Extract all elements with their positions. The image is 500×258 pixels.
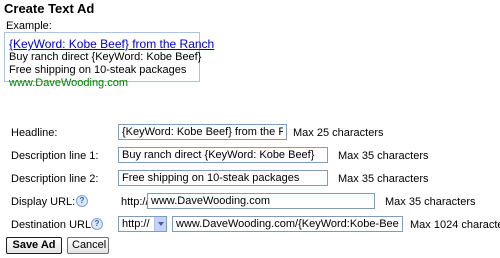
save-ad-button[interactable]: Save Ad — [6, 237, 62, 254]
example-ad-preview: {KeyWord: Kobe Beef} from the Ranch Buy … — [4, 32, 214, 89]
description-2-hint: Max 35 characters — [338, 173, 429, 185]
description-2-input[interactable] — [118, 170, 328, 186]
cancel-button[interactable]: Cancel — [67, 237, 109, 254]
protocol-select-value: http:// — [122, 218, 150, 230]
display-url-label: Display URL: — [11, 196, 76, 208]
display-url-input[interactable] — [147, 193, 375, 209]
headline-label: Headline: — [11, 127, 58, 139]
question-mark-circle-icon[interactable]: ? — [76, 195, 88, 207]
destination-url-hint: Max 1024 characters — [410, 219, 500, 231]
example-ad-description-2: Free shipping on 10-steak packages — [9, 64, 187, 76]
headline-input[interactable] — [118, 124, 287, 140]
description-1-hint: Max 35 characters — [338, 150, 429, 162]
example-ad-headline[interactable]: {KeyWord: Kobe Beef} from the Ranch — [9, 37, 214, 51]
page-title: Create Text Ad — [4, 1, 95, 16]
description-1-input[interactable] — [118, 147, 328, 163]
question-mark-circle-icon[interactable]: ? — [91, 218, 103, 230]
example-ad-display-url: www.DaveWooding.com — [9, 77, 129, 89]
chevron-down-icon[interactable] — [154, 217, 166, 231]
description-1-label: Description line 1: — [11, 150, 99, 162]
protocol-select[interactable]: http:// — [118, 216, 167, 232]
destination-url-input[interactable] — [172, 216, 403, 232]
example-label: Example: — [6, 20, 52, 32]
description-2-label: Description line 2: — [11, 173, 99, 185]
display-url-hint: Max 35 characters — [385, 196, 476, 208]
example-ad-description-1: Buy ranch direct {KeyWord: Kobe Beef} — [9, 51, 202, 63]
display-url-prefix: http:// — [121, 196, 149, 208]
destination-url-label: Destination URL: — [11, 219, 95, 231]
headline-hint: Max 25 characters — [293, 127, 384, 139]
